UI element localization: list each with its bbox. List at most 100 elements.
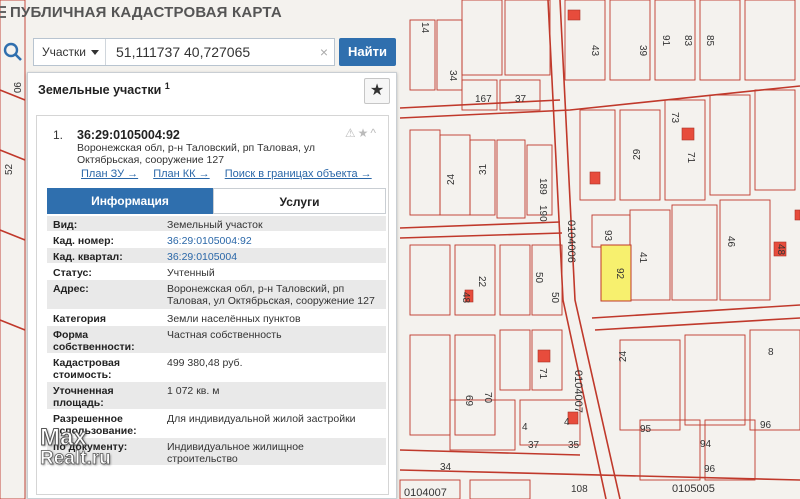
map-label: 90 — [11, 82, 22, 94]
row-value: Воронежская обл, р-н Таловский, рп Талов… — [167, 283, 375, 307]
map-label: 71 — [685, 152, 696, 164]
map-label: 8 — [768, 347, 774, 358]
result-number: 1. — [53, 128, 64, 142]
search-in-bounds-link[interactable]: Поиск в границах объекта → — [225, 168, 372, 180]
table-row: Кад. квартал: 36:29:0105004 — [47, 248, 386, 264]
clear-icon[interactable]: × — [320, 39, 328, 65]
result-count: 1 — [164, 81, 170, 91]
table-row: Форма собственности: Частная собственност… — [47, 326, 386, 354]
chevron-down-icon — [91, 50, 99, 55]
map-label: 41 — [637, 252, 648, 264]
map-label: 83 — [682, 35, 693, 47]
favorite-star-icon[interactable]: ★ — [364, 78, 390, 104]
map-label: 4 — [564, 417, 570, 428]
map-label: 95 — [640, 424, 652, 435]
map-label: 96 — [760, 420, 772, 431]
map-label: 108 — [571, 484, 588, 495]
map-label: 94 — [700, 439, 712, 450]
map-label: 37 — [528, 440, 540, 451]
table-row: Кадастровая стоимость: 499 380,48 руб. — [47, 354, 386, 382]
table-row: Уточненная площадь: 1 072 кв. м — [47, 382, 386, 410]
watermark-logo: Max Realt.ru — [40, 424, 150, 472]
watermark-line2: Realt.ru — [40, 448, 111, 470]
map-label: 4 — [522, 422, 528, 433]
row-key: Адрес: — [53, 283, 89, 295]
row-value: Земли населённых пунктов — [167, 313, 301, 325]
row-value: Индивидуальное жилищное строительство — [167, 441, 304, 465]
plan-zu-link[interactable]: План ЗУ → — [81, 168, 138, 180]
table-row: Статус: Учтенный — [47, 264, 386, 280]
top-bar: ПУБЛИЧНАЯ КАДАСТРОВАЯ КАРТА — [0, 0, 800, 28]
map-label: 50 — [549, 292, 560, 304]
tabs: Информация Услуги — [47, 188, 386, 214]
map-label: 43 — [589, 45, 600, 57]
map-label: 52 — [4, 163, 15, 175]
search-bar: Участки 51,111737 40,727065 × Найти — [0, 38, 400, 70]
search-icon[interactable] — [2, 41, 24, 63]
table-row: Кад. номер: 36:29:0105004:92 — [47, 232, 386, 248]
map-label: 69 — [463, 395, 474, 407]
row-value: 1 072 кв. м — [167, 385, 220, 397]
map-block-label: 0104006 — [565, 220, 577, 263]
row-value: Частная собственность — [167, 329, 282, 341]
tab-services[interactable]: Услуги — [213, 188, 386, 214]
map-label: 190 — [537, 205, 548, 222]
map-label: 70 — [482, 392, 493, 404]
row-value: 499 380,48 руб. — [167, 357, 243, 369]
object-type-label: Участки — [42, 45, 86, 59]
object-type-select[interactable]: Участки — [34, 39, 106, 65]
map-label: 167 — [475, 94, 492, 105]
map-label: 50 — [533, 272, 544, 284]
map-label: 39 — [637, 45, 648, 57]
panel-title-text: Земельные участки — [38, 83, 162, 98]
cadastral-quarter-link[interactable]: 36:29:0105004 — [167, 251, 377, 263]
row-value: Земельный участок — [167, 219, 263, 231]
map-label: 34 — [440, 462, 452, 473]
map-block-label: 0104007 — [404, 487, 447, 499]
map-block-label: 0104007 — [572, 370, 584, 413]
tab-information[interactable]: Информация — [47, 188, 213, 214]
cadastral-number-link[interactable]: 36:29:0105004:92 — [167, 235, 377, 247]
map-label: 34 — [447, 70, 458, 82]
map-label: 37 — [515, 94, 527, 105]
result-cadastral-id[interactable]: 36:29:0105004:92 — [77, 128, 180, 142]
map-label: 96 — [704, 464, 716, 475]
map-label: 85 — [704, 35, 715, 47]
table-row: Вид: Земельный участок — [47, 216, 386, 232]
app-title: ПУБЛИЧНАЯ КАДАСТРОВАЯ КАРТА — [10, 4, 282, 21]
result-address: Воронежская обл, р-н Таловский, рп Талов… — [77, 142, 315, 166]
row-key: Форма собственности: — [53, 329, 135, 353]
search-input[interactable]: 51,111737 40,727065 — [116, 39, 250, 65]
row-value: Учтенный — [167, 267, 215, 279]
find-button[interactable]: Найти — [339, 38, 396, 66]
map-label: 91 — [660, 35, 671, 47]
row-key: Уточненная площадь: — [53, 385, 114, 409]
map-label: 71 — [537, 368, 548, 380]
row-key: Кад. квартал: — [53, 251, 123, 263]
map-label: 24 — [446, 173, 457, 185]
menu-icon[interactable] — [0, 5, 6, 19]
map-label: 92 — [614, 268, 625, 280]
panel-title: Земельные участки 1 — [38, 81, 170, 97]
map-label: 29 — [632, 148, 643, 160]
map-label: 93 — [602, 230, 613, 242]
map-label: 31 — [478, 163, 489, 175]
row-key: Кадастровая стоимость: — [53, 357, 120, 381]
search-box: Участки 51,111737 40,727065 × — [33, 38, 335, 66]
result-links: План ЗУ → План КК → Поиск в границах объ… — [81, 168, 384, 180]
map-label: 189 — [537, 178, 548, 195]
map-label: 46 — [725, 236, 736, 248]
map-label: 48 — [775, 244, 786, 256]
row-key: Статус: — [53, 267, 92, 279]
map-label: 73 — [669, 112, 680, 124]
map-label: 48 — [460, 292, 471, 304]
map-label: 22 — [476, 276, 487, 288]
row-value: Для индивидуальной жилой застройки — [167, 413, 356, 425]
map-label: 35 — [568, 440, 580, 451]
map-block-label: 0105005 — [672, 483, 715, 495]
plan-kk-link[interactable]: План КК → — [153, 168, 209, 180]
result-actions-icons[interactable]: ⚠★^ — [345, 126, 378, 140]
row-key: Кад. номер: — [53, 235, 115, 247]
map-label: 24 — [618, 350, 629, 362]
table-row: Категория земель:Земли населённых пункто… — [47, 310, 386, 337]
